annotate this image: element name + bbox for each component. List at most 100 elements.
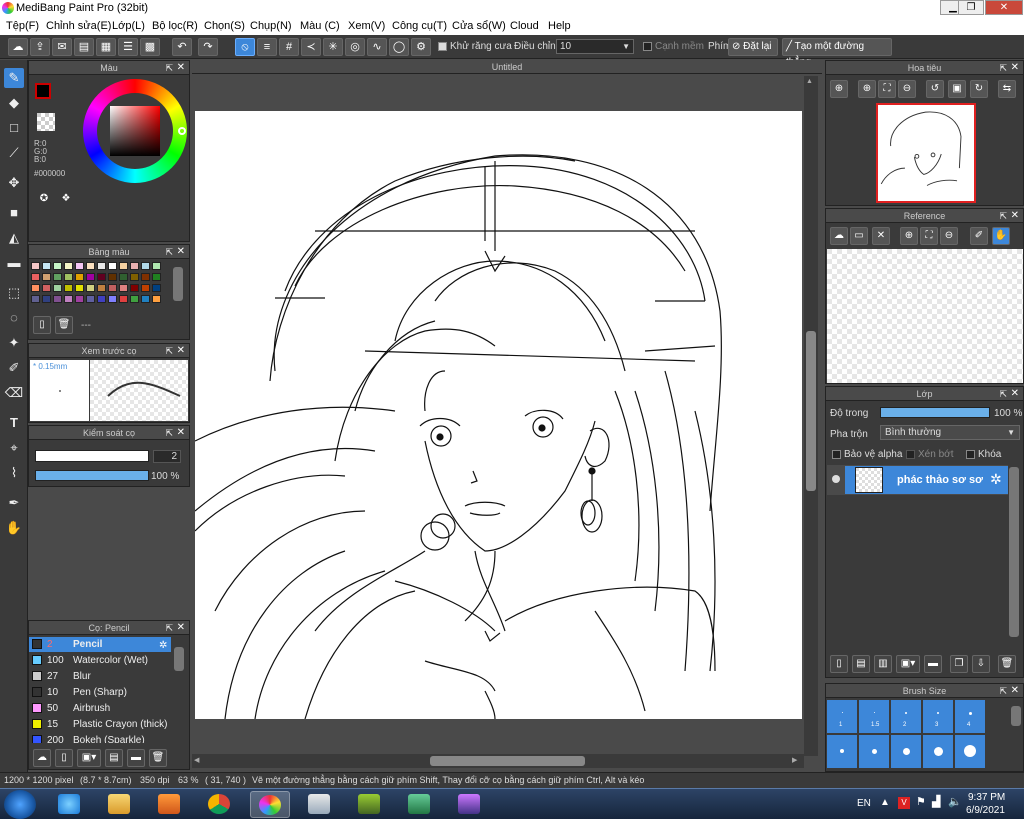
flip-icon[interactable]: ⇆ <box>998 80 1016 98</box>
menu-tools[interactable]: Công cụ(T) <box>392 20 447 32</box>
reference-zoom-in-icon[interactable]: ⊕ <box>900 227 918 245</box>
palette-swatch[interactable] <box>42 295 51 303</box>
pen-tool-icon[interactable]: ✒ <box>4 493 24 513</box>
popout-icon[interactable]: ⇱ <box>165 621 173 635</box>
brush-list-item[interactable]: 2 Pencil <box>29 637 171 652</box>
drawing-canvas[interactable] <box>195 111 802 719</box>
popout-icon[interactable]: ⇱ <box>999 387 1007 401</box>
palette-swatch[interactable] <box>53 284 62 292</box>
file-explorer-task[interactable] <box>100 791 140 818</box>
brush-tool-icon[interactable]: ✎ <box>4 68 24 88</box>
snap-off-icon[interactable]: ⦸ <box>235 38 255 56</box>
palette-swatch[interactable] <box>152 284 161 292</box>
grid-icon[interactable]: ▩ <box>140 38 160 56</box>
navigator-thumbnail[interactable] <box>876 103 976 203</box>
chat-icon[interactable]: ▤ <box>74 38 94 56</box>
close-icon[interactable]: ✕ <box>177 344 185 358</box>
menu-select[interactable]: Chọn(S) <box>204 20 245 32</box>
start-button[interactable] <box>4 790 36 819</box>
close-icon[interactable]: ✕ <box>1011 61 1019 75</box>
canvas-horizontal-scrollbar[interactable]: ◀ ▶ <box>192 754 804 768</box>
protect-alpha-checkbox[interactable]: Bảo vệ alpha <box>832 449 902 460</box>
shape-fill-tool-icon[interactable]: ■ <box>4 203 24 223</box>
close-icon[interactable]: ✕ <box>1011 387 1019 401</box>
brush-list-scrollbar[interactable] <box>174 647 184 671</box>
new-layer-icon[interactable]: ▯ <box>830 655 848 673</box>
layer-settings-icon[interactable]: ✲ <box>990 471 1002 488</box>
tray-app-icon[interactable]: V <box>898 797 910 809</box>
flag-icon[interactable]: ⚑ <box>916 795 926 808</box>
brush-size-slider[interactable] <box>35 450 149 462</box>
menu-edit[interactable]: Chỉnh sửa(E) <box>46 20 111 32</box>
close-icon[interactable]: ✕ <box>177 61 185 75</box>
select-eraser-tool-icon[interactable]: ⌫ <box>4 383 24 403</box>
reference-fit-icon[interactable]: ⛶ <box>920 227 938 245</box>
brush-size-cell[interactable]: 4 <box>955 700 985 733</box>
language-indicator[interactable]: EN <box>857 798 871 809</box>
brush-opacity-slider[interactable] <box>35 470 149 481</box>
add-brush-icon[interactable]: ▣▾ <box>77 749 101 767</box>
brush-size-cell[interactable]: 1.5 <box>859 700 889 733</box>
menu-file[interactable]: Tệp(F) <box>6 20 39 32</box>
palette-swatch[interactable] <box>141 262 150 270</box>
antialias-checkbox[interactable]: Khử răng cưa <box>438 41 512 52</box>
merge-layer-icon[interactable]: ⇩ <box>972 655 990 673</box>
close-icon[interactable]: ✕ <box>177 245 185 259</box>
palette-swatch[interactable] <box>75 284 84 292</box>
layer-scrollbar[interactable] <box>1009 467 1019 637</box>
brush-size-cell[interactable]: 3 <box>923 700 953 733</box>
palette-swatch[interactable] <box>64 273 73 281</box>
maximize-button[interactable]: ❐ <box>958 0 984 15</box>
layer-visibility-icon[interactable] <box>832 475 840 483</box>
adjust-select[interactable]: 10 ▼ <box>556 39 634 54</box>
text-tool-icon[interactable]: T <box>4 413 24 433</box>
saturation-value-square[interactable] <box>110 106 160 156</box>
palette-swatch[interactable] <box>64 284 73 292</box>
brush-list-item[interactable]: 100 Watercolor (Wet) <box>29 653 171 668</box>
clock-date[interactable]: 6/9/2021 <box>966 805 1005 816</box>
close-button[interactable]: ✕ <box>985 0 1023 15</box>
clipping-checkbox[interactable]: Xén bớt <box>906 449 953 460</box>
horizontal-scroll-thumb[interactable] <box>430 756 585 766</box>
remote-desktop-task[interactable] <box>400 791 440 818</box>
snap-grid-icon[interactable]: # <box>279 38 299 56</box>
palette-swatch[interactable] <box>86 295 95 303</box>
snap-perspective-icon[interactable]: ≺ <box>301 38 321 56</box>
snipping-tool-task[interactable] <box>300 791 340 818</box>
palette-swatch[interactable] <box>141 295 150 303</box>
palette-swatch[interactable] <box>130 284 139 292</box>
brush-size-cell[interactable] <box>827 735 857 768</box>
operation-tool-icon[interactable]: ⌖ <box>4 438 24 458</box>
close-reference-icon[interactable]: ✕ <box>872 227 890 245</box>
menu-filter[interactable]: Bộ lọc(R) <box>152 20 198 32</box>
zoom-out-icon[interactable]: ⊖ <box>898 80 916 98</box>
hue-handle[interactable] <box>178 127 186 135</box>
select-tool-icon[interactable]: ⬚ <box>4 283 24 303</box>
brush-size-cell[interactable]: 2 <box>891 700 921 733</box>
brush-size-cell[interactable] <box>955 735 985 768</box>
palette-swatch[interactable] <box>53 273 62 281</box>
palette-swatch[interactable] <box>152 273 161 281</box>
brush-list-item[interactable]: 10 Pen (Sharp) <box>29 685 171 700</box>
menu-view[interactable]: Xem(V) <box>348 20 385 32</box>
new-layer-alt-icon[interactable]: ▤ <box>852 655 870 673</box>
palette-swatch[interactable] <box>31 295 40 303</box>
game-task[interactable] <box>350 791 390 818</box>
palette-swatch[interactable] <box>97 262 106 270</box>
snap-radial-icon[interactable]: ✳ <box>323 38 343 56</box>
brush-size-cell[interactable]: 1 <box>827 700 857 733</box>
palette-swatch[interactable] <box>42 273 51 281</box>
close-icon[interactable]: ✕ <box>177 426 185 440</box>
palette-grid[interactable] <box>31 262 167 308</box>
palette-swatch[interactable] <box>108 273 117 281</box>
cloud-brush-icon[interactable]: ☁ <box>33 749 51 767</box>
brush-list-item[interactable]: 15 Plastic Crayon (thick) <box>29 717 171 732</box>
palette-swatch[interactable] <box>152 295 161 303</box>
media-player-task[interactable] <box>150 791 190 818</box>
line-tool-icon[interactable]: ⟋ <box>4 143 24 163</box>
palette-swatch[interactable] <box>130 295 139 303</box>
open-reference-icon[interactable]: ▭ <box>850 227 868 245</box>
palette-swatch[interactable] <box>130 273 139 281</box>
popout-icon[interactable]: ⇱ <box>999 209 1007 223</box>
scroll-right-icon[interactable]: ▶ <box>792 756 797 764</box>
